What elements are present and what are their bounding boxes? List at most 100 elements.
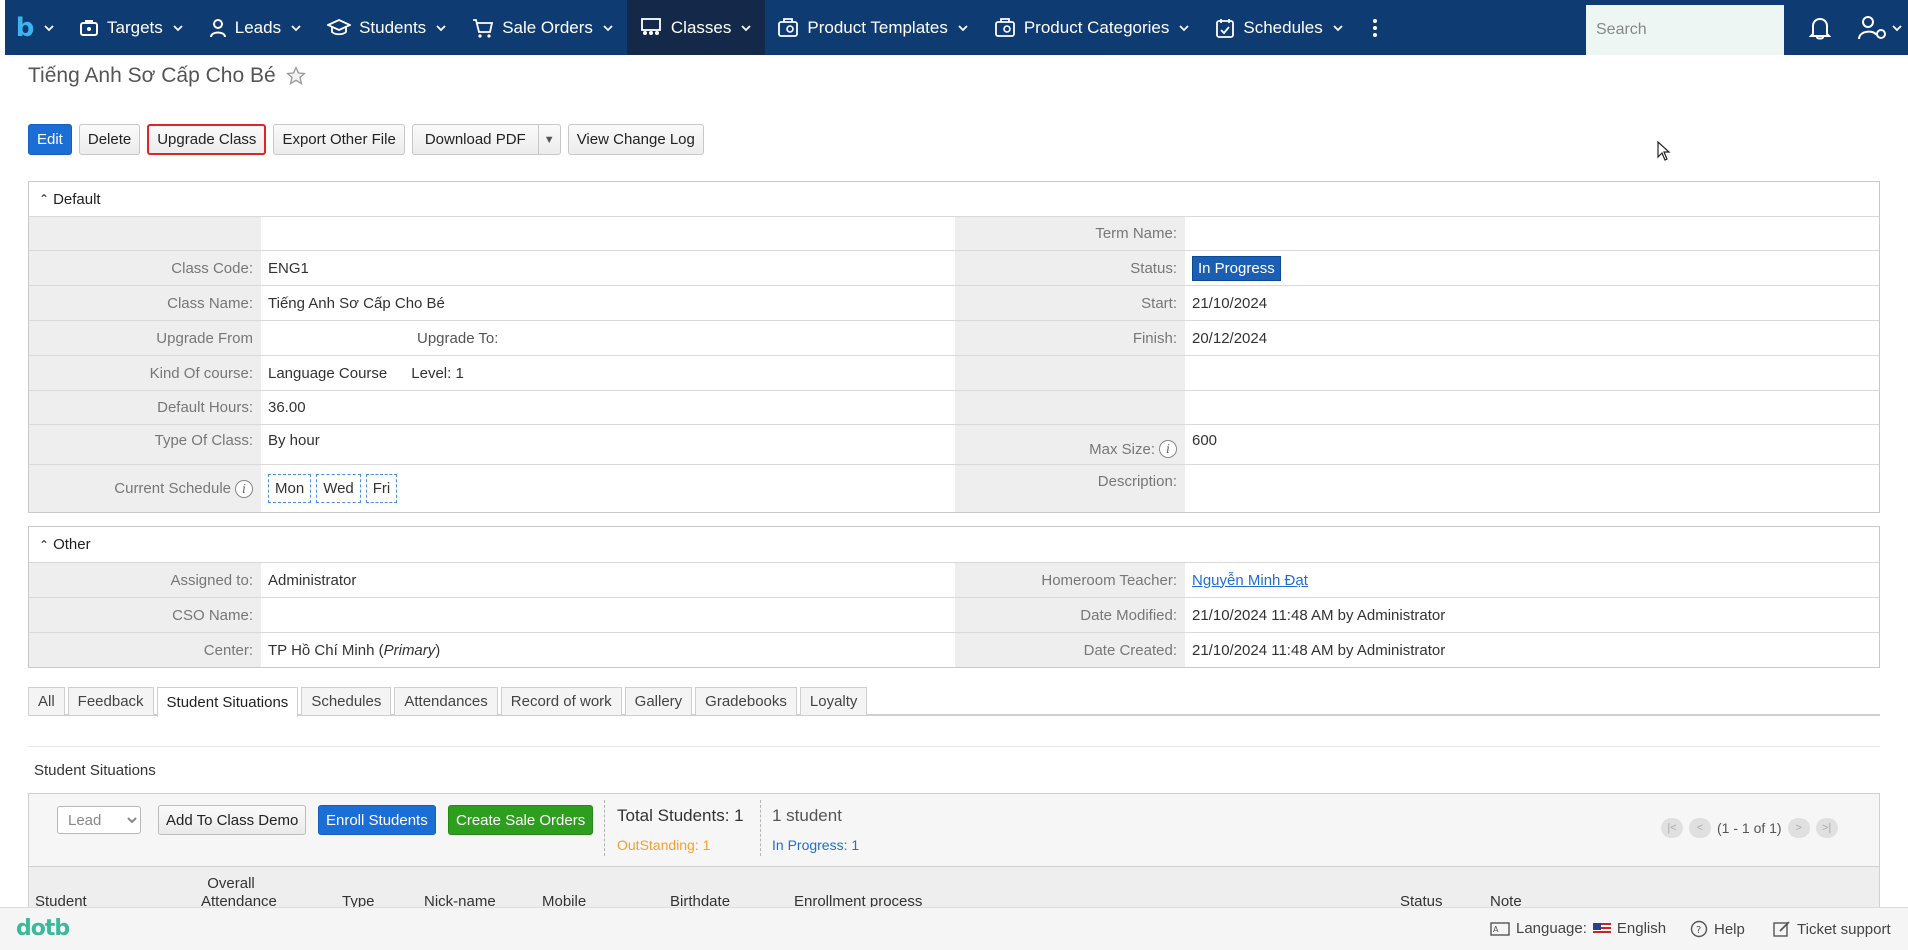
nav-classes[interactable]: Classes xyxy=(626,0,766,55)
logo-icon: b xyxy=(15,12,35,43)
language-selector[interactable]: A Language: English xyxy=(1490,920,1666,937)
panel-title: Default xyxy=(53,190,101,208)
default-hours-value: 36.00 xyxy=(268,399,306,416)
nav-students[interactable]: Students xyxy=(315,0,460,55)
box-icon xyxy=(778,17,799,37)
section-title: Student Situations xyxy=(34,762,156,779)
class-name-value: Tiếng Anh Sơ Cấp Cho Bé xyxy=(268,294,445,312)
graduation-cap-icon xyxy=(327,18,352,35)
nav-leads[interactable]: Leads xyxy=(197,0,315,55)
upgrade-from-label: Upgrade From xyxy=(29,321,261,355)
briefcase-icon xyxy=(80,19,98,36)
schedule-day-chip: Wed xyxy=(316,474,361,503)
description-label: Description: xyxy=(955,465,1185,512)
edit-button[interactable]: Edit xyxy=(28,124,72,155)
svg-text:?: ? xyxy=(1696,925,1701,936)
chevron-down-icon xyxy=(958,24,968,31)
chevron-down-icon xyxy=(436,24,446,31)
default-panel: ⌃ Default Term Name: Class Code: ENG1 St… xyxy=(28,181,1880,513)
tab-attendances[interactable]: Attendances xyxy=(394,687,498,715)
app-logo[interactable]: b xyxy=(5,0,67,55)
tab-feedback[interactable]: Feedback xyxy=(67,687,154,715)
page-title-row: Tiếng Anh Sơ Cấp Cho Bé xyxy=(28,64,306,88)
class-name-label: Class Name: xyxy=(29,286,261,320)
subpanel-tabs: All Feedback Student Situations Schedule… xyxy=(28,687,1880,717)
default-panel-header[interactable]: ⌃ Default xyxy=(29,182,1879,216)
search-input[interactable] xyxy=(1596,21,1803,39)
help-label: Help xyxy=(1714,920,1745,938)
view-change-log-button[interactable]: View Change Log xyxy=(567,124,704,155)
person-icon xyxy=(209,18,226,37)
center-label: Center: xyxy=(29,633,261,667)
user-settings-menu[interactable] xyxy=(1858,10,1908,46)
last-page-icon[interactable]: >| xyxy=(1815,818,1838,838)
prev-page-icon[interactable]: < xyxy=(1689,818,1711,838)
ticket-support-label: Ticket support xyxy=(1797,920,1891,938)
tab-record-of-work[interactable]: Record of work xyxy=(500,687,622,715)
tab-all[interactable]: All xyxy=(28,687,65,715)
ticket-support-link[interactable]: Ticket support xyxy=(1773,920,1891,938)
nav-sale-orders[interactable]: Sale Orders xyxy=(460,0,627,55)
empty-value xyxy=(261,217,955,250)
other-panel-header[interactable]: ⌃ Other xyxy=(29,527,1879,562)
tab-gradebooks[interactable]: Gradebooks xyxy=(695,687,797,715)
download-pdf-button[interactable]: Download PDF xyxy=(413,125,538,154)
global-search xyxy=(1586,5,1803,55)
total-students: Total Students: 1 xyxy=(617,806,744,825)
collapse-up-icon: ⌃ xyxy=(39,192,50,206)
notifications-bell-icon[interactable] xyxy=(1800,10,1840,46)
delete-button[interactable]: Delete xyxy=(78,124,141,155)
center-value: TP Hồ Chí Minh xyxy=(268,641,375,659)
lead-filter-select[interactable]: Lead xyxy=(57,806,141,834)
nav-product-categories[interactable]: Product Categories xyxy=(982,0,1204,55)
export-other-file-button[interactable]: Export Other File xyxy=(273,124,405,155)
nav-product-templates[interactable]: Product Templates xyxy=(765,0,981,55)
assigned-to-value: Administrator xyxy=(268,571,357,589)
nav-targets[interactable]: Targets xyxy=(67,0,197,55)
next-page-icon[interactable]: > xyxy=(1787,818,1810,838)
info-icon[interactable]: i xyxy=(1159,440,1177,458)
chevron-down-icon xyxy=(173,24,183,31)
finish-value: 20/12/2024 xyxy=(1192,329,1268,347)
more-menu-icon[interactable] xyxy=(1357,0,1393,55)
empty-label xyxy=(955,356,1185,390)
nav-label: Schedules xyxy=(1243,17,1323,37)
nav-label: Targets xyxy=(107,17,163,37)
tab-gallery[interactable]: Gallery xyxy=(624,687,693,715)
center-tag: Primary xyxy=(383,641,436,659)
date-modified-value: 21/10/2024 11:48 AM by Administrator xyxy=(1192,606,1446,624)
create-sale-orders-button[interactable]: Create Sale Orders xyxy=(448,805,594,835)
homeroom-teacher-link[interactable]: Nguyễn Minh Đạt xyxy=(1192,572,1308,589)
svg-text:A: A xyxy=(1493,925,1499,934)
description-value xyxy=(1185,465,1879,512)
max-size-label: Max Size: xyxy=(1089,441,1155,458)
footer-logo: dotb xyxy=(16,916,70,941)
mouse-cursor-icon xyxy=(1657,141,1671,161)
divider xyxy=(760,800,761,856)
info-icon[interactable]: i xyxy=(235,479,253,498)
assigned-to-label: Assigned to: xyxy=(29,563,261,597)
favorite-star-icon[interactable] xyxy=(285,66,306,86)
dropdown-arrow-icon[interactable]: ▼ xyxy=(537,125,560,154)
class-code-label: Class Code: xyxy=(29,251,261,285)
tab-loyalty[interactable]: Loyalty xyxy=(799,687,868,715)
nav-label: Product Templates xyxy=(807,17,948,37)
chevron-down-icon xyxy=(741,24,751,31)
column-header[interactable]: Overall Attendance xyxy=(201,875,277,911)
upgrade-class-button[interactable]: Upgrade Class xyxy=(147,124,267,155)
language-value: English xyxy=(1616,920,1667,937)
tab-student-situations[interactable]: Student Situations xyxy=(156,687,299,717)
add-to-class-demo-button[interactable]: Add To Class Demo xyxy=(158,805,307,835)
language-label: Language: xyxy=(1516,920,1587,937)
upgrade-to-label: Upgrade To: xyxy=(417,329,499,347)
tab-schedules[interactable]: Schedules xyxy=(301,687,392,715)
center-tag-open: ( xyxy=(374,641,384,659)
type-of-class-value: By hour xyxy=(268,432,320,449)
enroll-students-button[interactable]: Enroll Students xyxy=(318,805,436,835)
first-page-icon[interactable]: |< xyxy=(1661,818,1683,838)
empty-label xyxy=(29,217,261,250)
nav-schedules[interactable]: Schedules xyxy=(1203,0,1356,55)
download-pdf-split-button: Download PDF ▼ xyxy=(411,124,561,155)
help-link[interactable]: ? Help xyxy=(1690,920,1745,938)
table-header: Student Overall Attendance Type Nick-nam… xyxy=(28,867,1880,910)
